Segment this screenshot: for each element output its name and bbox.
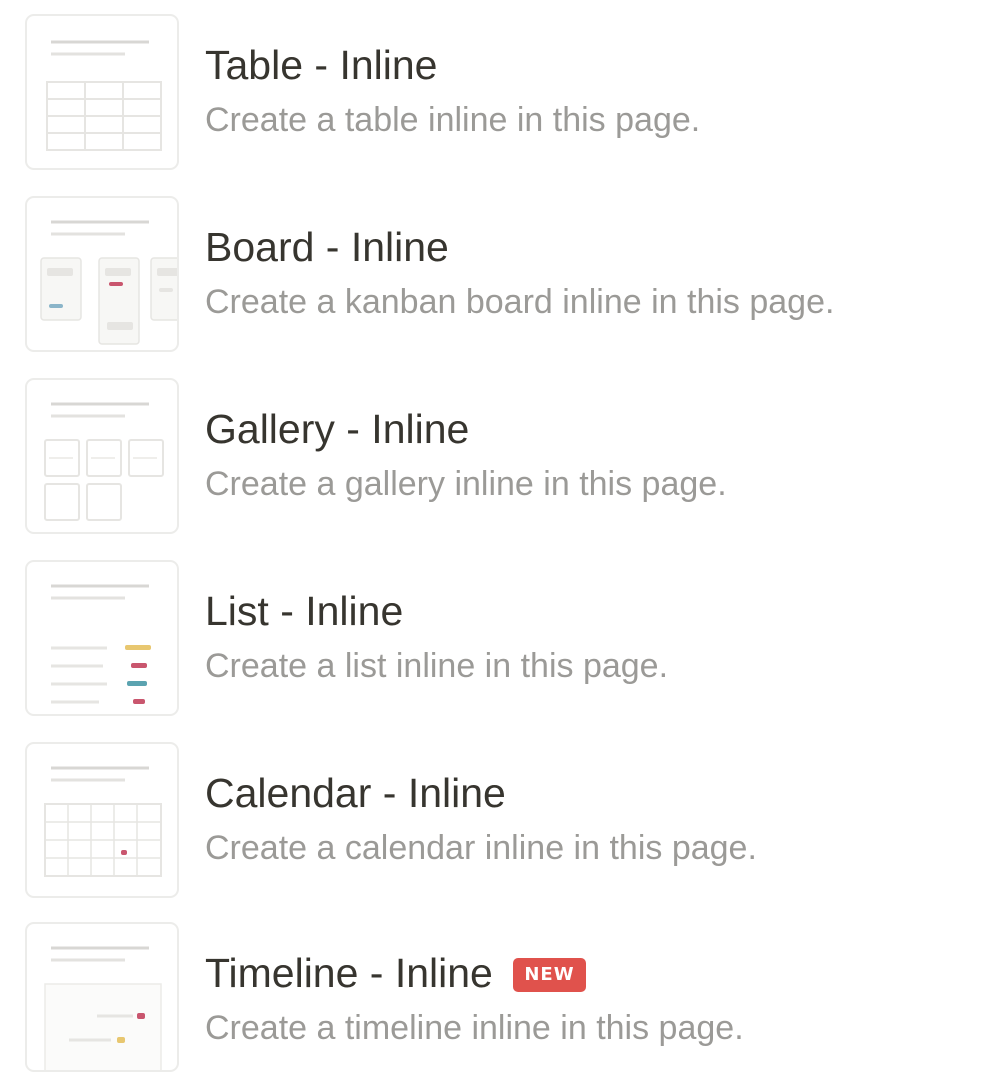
item-title: Calendar - Inline <box>205 770 506 816</box>
item-title: Table - Inline <box>205 42 438 88</box>
item-description: Create a calendar inline in this page. <box>205 829 757 867</box>
item-title: Timeline - Inline <box>205 950 493 996</box>
new-badge: NEW <box>513 958 586 992</box>
board-view-icon <box>25 196 179 352</box>
item-description: Create a kanban board inline in this pag… <box>205 283 835 321</box>
item-title: Board - Inline <box>205 224 449 270</box>
list-view-icon <box>25 560 179 716</box>
item-description: Create a table inline in this page. <box>205 101 701 139</box>
calendar-view-icon <box>25 742 179 898</box>
item-description: Create a gallery inline in this page. <box>205 465 727 503</box>
menu-item-gallery-inline[interactable]: Gallery - Inline Create a gallery inline… <box>0 364 985 542</box>
menu-item-timeline-inline[interactable]: Timeline - Inline NEW Create a timeline … <box>0 908 985 1086</box>
timeline-view-icon <box>25 922 179 1072</box>
menu-item-table-inline[interactable]: Table - Inline Create a table inline in … <box>0 0 985 178</box>
item-title: List - Inline <box>205 588 404 634</box>
item-title: Gallery - Inline <box>205 406 470 452</box>
item-description: Create a list inline in this page. <box>205 647 669 685</box>
table-view-icon <box>25 14 179 170</box>
menu-item-board-inline[interactable]: Board - Inline Create a kanban board inl… <box>0 182 985 360</box>
item-description: Create a timeline inline in this page. <box>205 1009 744 1047</box>
gallery-view-icon <box>25 378 179 534</box>
menu-item-calendar-inline[interactable]: Calendar - Inline Create a calendar inli… <box>0 728 985 906</box>
menu-item-list-inline[interactable]: List - Inline Create a list inline in th… <box>0 546 985 724</box>
inline-database-menu: Table - Inline Create a table inline in … <box>0 0 985 1072</box>
